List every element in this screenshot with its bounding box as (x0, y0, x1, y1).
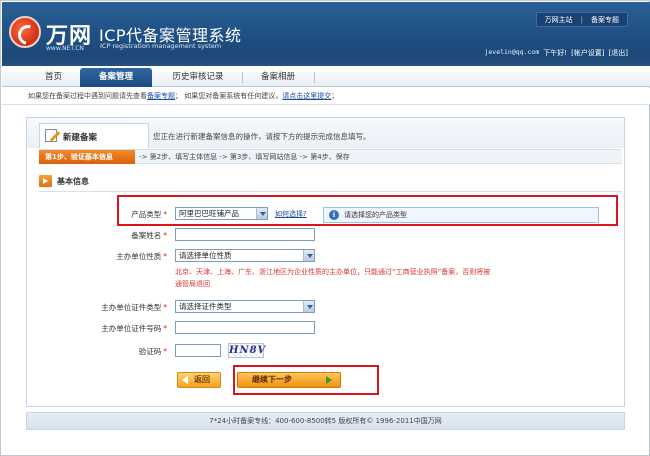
cert-number-input[interactable] (175, 321, 315, 334)
header: 万网 www.NET.CN ICP代备案管理系统 ICP registratio… (2, 2, 650, 66)
step-indicator: 第1步、验证基本信息 -> 第2步、填写主体信息 -> 第3步、填写网站信息 -… (39, 149, 622, 164)
link-record-topic[interactable]: 备案专题 (591, 15, 619, 25)
chevron-down-icon (303, 250, 314, 261)
nav-history[interactable]: 历史审核记录 (160, 68, 236, 87)
greeting: 下午好! (543, 49, 568, 57)
section-divider (39, 191, 622, 192)
account-settings-link[interactable]: [帐户设置] (571, 48, 604, 58)
link-main-site[interactable]: 万网主站 (545, 15, 573, 25)
logout-link[interactable]: [退出] (609, 48, 628, 58)
nav-album[interactable]: 备案相册 (248, 68, 308, 87)
org-nature-note-line2: 通管局退回 (175, 280, 210, 288)
back-button[interactable]: 返回 (177, 372, 221, 388)
cert-number-label: 主办单位证件号码 * (101, 324, 167, 333)
captcha-image[interactable]: HN8V (228, 343, 265, 358)
submit-suggestion-link[interactable]: 请点击这里提交 (282, 92, 331, 100)
record-name-label: 备案姓名 * (131, 231, 167, 240)
org-nature-value: 请选择单位性质 (179, 251, 232, 260)
panel-tab: 新建备案 (39, 123, 149, 148)
panel-header: 新建备案 您正在进行新建备案信息的操作，请按下方的提示完成信息填写。 (27, 118, 624, 148)
panel-tab-label: 新建备案 (63, 133, 98, 143)
captcha-input[interactable] (175, 344, 221, 357)
notice-text: ； 如果您对备案系统有任何建议， (175, 92, 283, 100)
arrow-box-icon (39, 175, 52, 187)
pencil-icon (45, 129, 57, 142)
top-links: 万网主站 | 备案专题 (535, 12, 628, 27)
user-bar: jevelin@qq.com 下午好! [帐户设置] [退出] (484, 48, 628, 58)
back-button-label: 返回 (194, 375, 210, 384)
nav-record-management[interactable]: 备案管理 (80, 68, 152, 87)
record-name-input[interactable] (175, 228, 315, 241)
user-email: jevelin@qq.com (484, 48, 540, 56)
step-active: 第1步、验证基本信息 (39, 150, 135, 164)
section-title: 基本信息 (57, 176, 89, 186)
panel-description: 您正在进行新建备案信息的操作，请按下方的提示完成信息填写。 (153, 132, 371, 141)
section-header: 基本信息 (39, 174, 89, 188)
left-arrow-icon (182, 376, 188, 384)
nav-divider (242, 72, 243, 83)
logo-icon (9, 16, 41, 48)
steps-remaining: -> 第2步、填写主体信息 -> 第3步、填写网站信息 -> 第4步、保存 (139, 153, 350, 161)
logo-url: www.NET.CN (46, 45, 84, 52)
system-subtitle: ICP registration management system (100, 42, 222, 50)
captcha-label: 验证码 * (138, 347, 167, 356)
org-nature-note-line1: 北京、天津、上海、广东、浙江地区为企业性质的主办单位，只能通过“工商营业执照”备… (175, 268, 491, 276)
record-topic-link[interactable]: 备案专题 (147, 92, 175, 100)
nav-home[interactable]: 首页 (26, 68, 81, 87)
notice-text: 如果您在备案过程中遇到问题请先查看 (28, 92, 147, 100)
cert-type-label: 主办单位证件类型 * (101, 303, 167, 312)
main-nav: 首页 备案管理 历史审核记录 备案相册 (2, 66, 650, 87)
new-record-panel: 新建备案 您正在进行新建备案信息的操作，请按下方的提示完成信息填写。 第1步、验… (26, 117, 625, 407)
nav-divider (314, 72, 315, 83)
cert-type-select[interactable]: 请选择证件类型 (175, 300, 315, 313)
highlight-next-button (233, 365, 379, 395)
footer: 7*24小时备案专线：400-600-8500转5 版权所有© 1996-201… (26, 412, 625, 430)
org-nature-label: 主办单位性质 * (116, 252, 167, 261)
notice-text: ； (331, 92, 339, 100)
org-nature-select[interactable]: 请选择单位性质 (175, 249, 315, 262)
highlight-product-type (117, 195, 618, 226)
app-frame: 万网 www.NET.CN ICP代备案管理系统 ICP registratio… (0, 0, 650, 456)
notice-bar: 如果您在备案过程中遇到问题请先查看备案专题； 如果您对备案系统有任何建议，请点击… (2, 88, 650, 105)
separator: | (580, 15, 583, 24)
chevron-down-icon (303, 301, 314, 312)
cert-type-value: 请选择证件类型 (179, 302, 232, 311)
